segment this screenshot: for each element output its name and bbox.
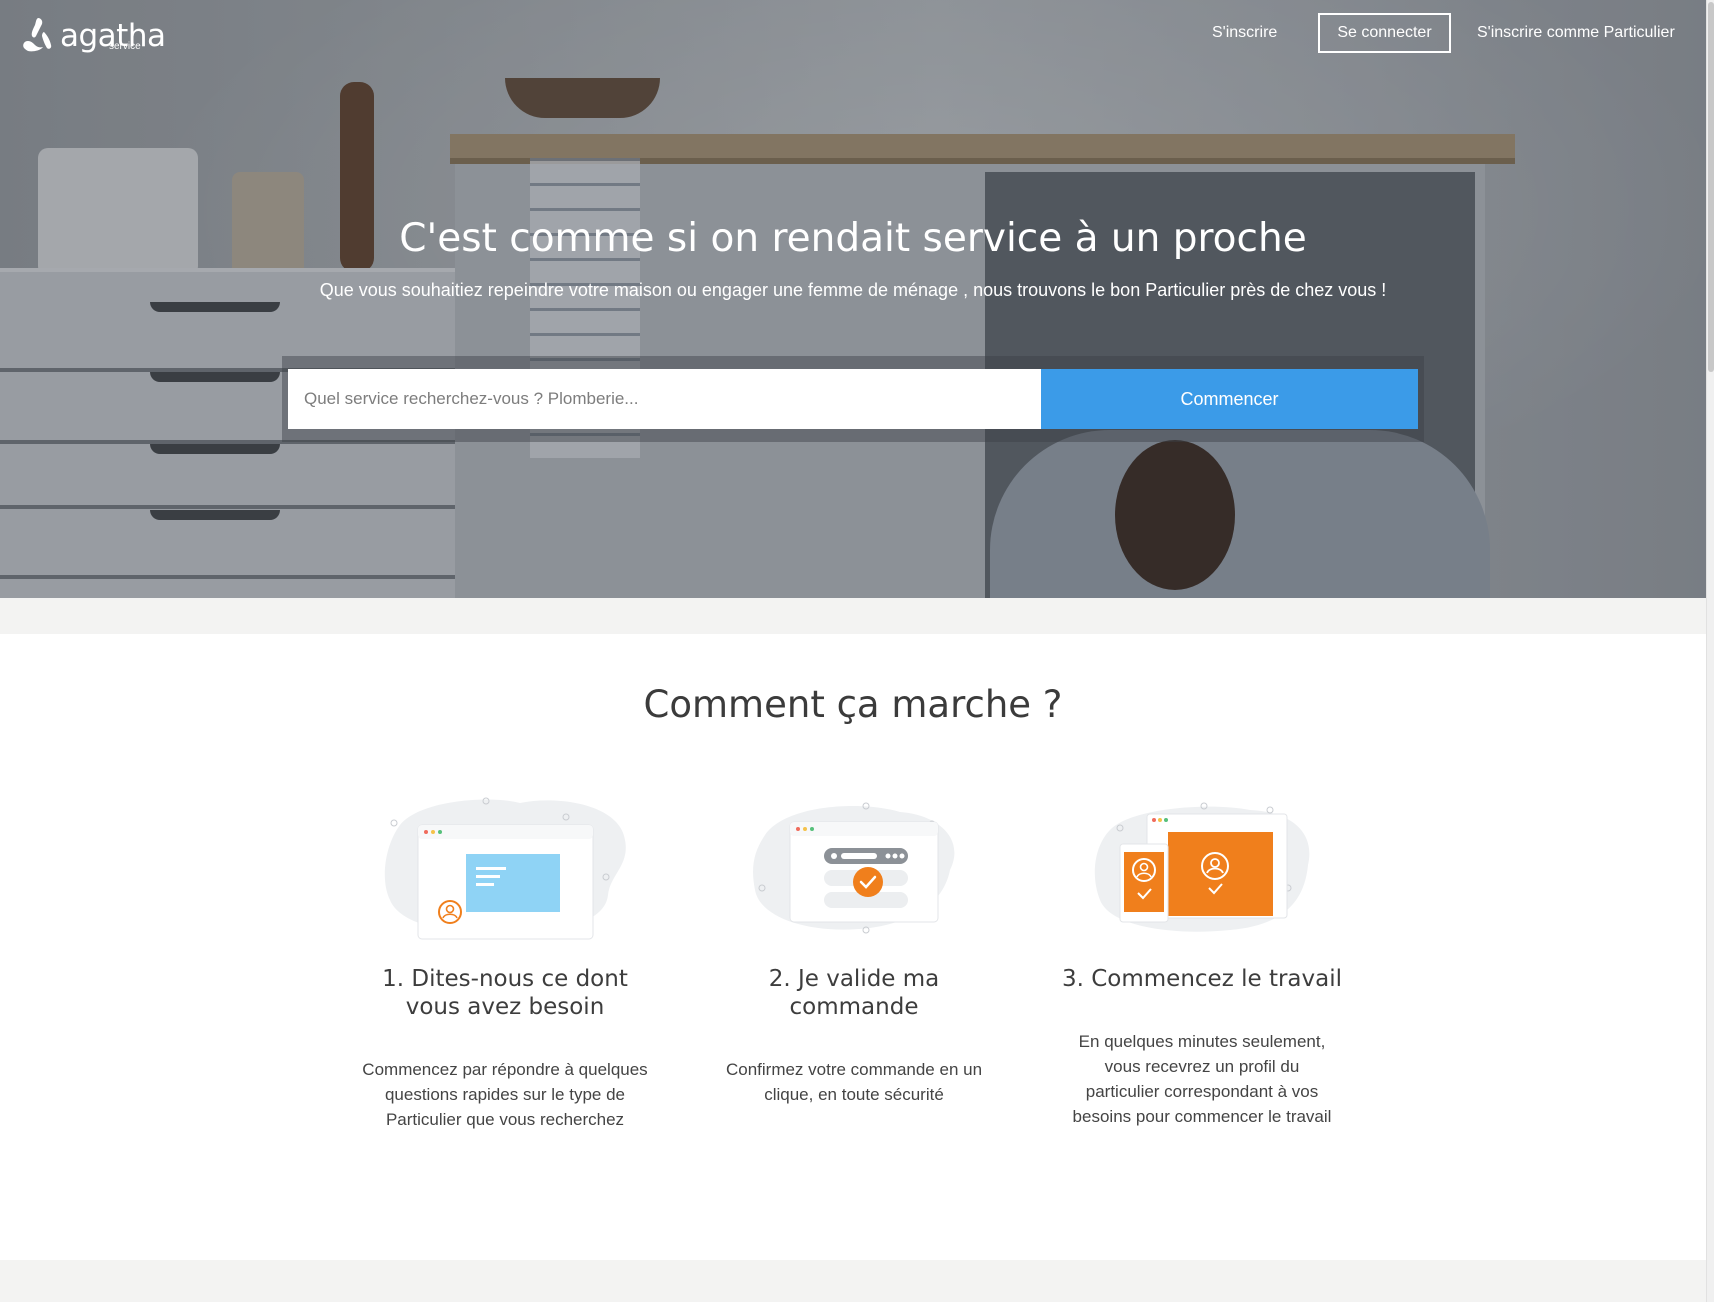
brand-subtitle: service [109,41,141,52]
section-divider [0,598,1706,634]
login-button[interactable]: Se connecter [1318,13,1451,53]
agatha-logo[interactable]: agatha [18,14,166,54]
step-3: 3. Commencez le travail En quelques minu… [1057,965,1347,1129]
footer-band [0,1260,1706,1302]
scrollbar-thumb[interactable] [1708,2,1714,372]
chat-window-icon [384,797,626,940]
step-1-text: Commencez par répondre à quelques questi… [362,1060,648,1129]
step-1-title: 1. Dites-nous ce dont vous avez besoin [382,966,628,1020]
step-3-text: En quelques minutes seulement, vous rece… [1072,1032,1332,1126]
step-1: 1. Dites-nous ce dont vous avez besoin C… [360,965,650,1132]
signup-particulier-link[interactable]: S'inscrire comme Particulier [1477,22,1675,44]
service-search-input[interactable] [288,369,1041,429]
step-3-title: 3. Commencez le travail [1061,966,1342,992]
checklist-window-icon [753,802,955,934]
page-scrollbar[interactable] [1706,0,1714,1302]
profile-devices-icon [1094,802,1310,932]
signup-link[interactable]: S'inscrire [1212,22,1277,44]
start-button[interactable]: Commencer [1041,369,1418,429]
how-it-works-title: Comment ça marche ? [643,683,1063,726]
hero-title: C'est comme si on rendait service à un p… [399,216,1307,261]
step-2-text: Confirmez votre commande en un clique, e… [725,1060,983,1104]
how-it-works-section [0,634,1706,1260]
step-2: 2. Je valide ma commande Confirmez votre… [709,965,999,1107]
agatha-logo-icon [18,14,58,54]
hero-subtitle: Que vous souhaitiez repeindre votre mais… [319,280,1387,300]
step-2-title: 2. Je valide ma commande [768,966,940,1020]
